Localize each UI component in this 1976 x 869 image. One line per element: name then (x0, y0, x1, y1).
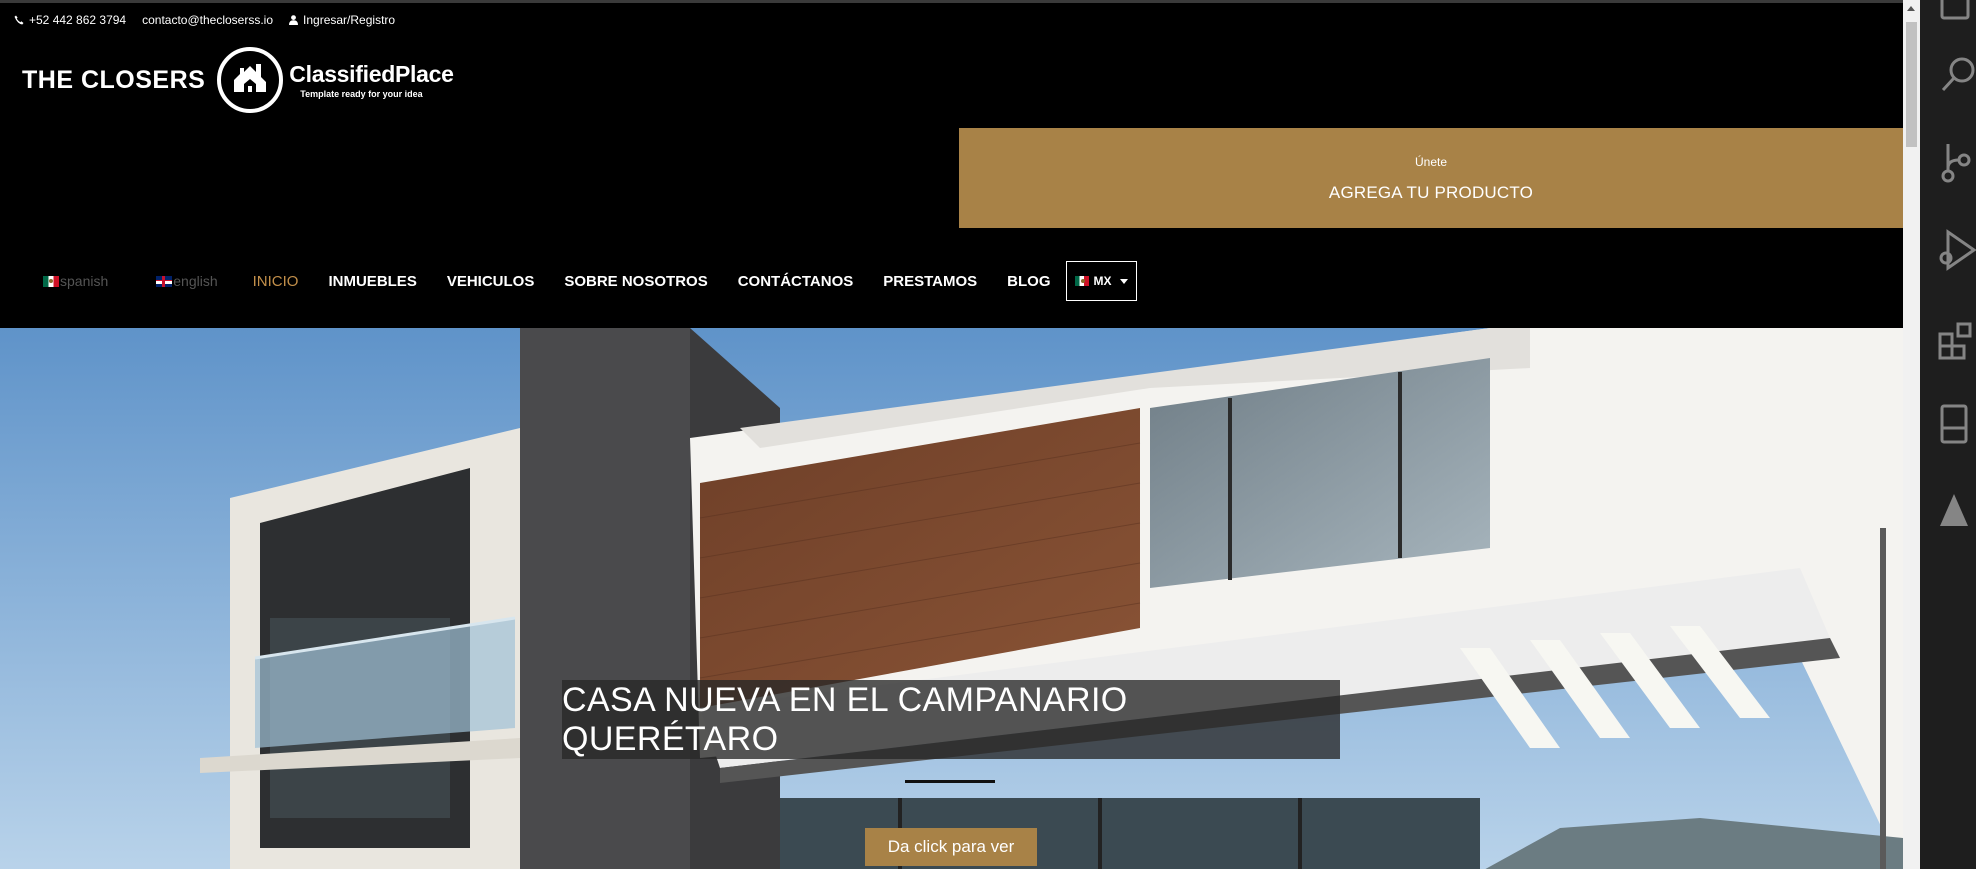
scrollbar-thumb[interactable] (1906, 22, 1917, 147)
remote-explorer-icon[interactable] (1938, 402, 1976, 446)
login-label: Ingresar/Registro (303, 13, 396, 27)
product-logo: ClassifiedPlace Template ready for your … (289, 61, 454, 99)
nav-item-blog[interactable]: BLOG (992, 273, 1065, 290)
website-viewport: +52 442 862 3794 contacto@thecloserss.io… (0, 3, 1903, 869)
nav-item-inmuebles[interactable]: INMUEBLES (313, 273, 431, 290)
language-spanish-label: spanish (60, 273, 109, 289)
scroll-up-arrow-icon[interactable] (1907, 6, 1915, 11)
chevron-down-icon (1119, 278, 1128, 284)
site-logo[interactable]: THE CLOSERS ClassifiedPlace Template rea… (22, 47, 454, 113)
hero-house-image (0, 328, 1903, 869)
house-logo-svg (234, 64, 267, 92)
top-contact-bar: +52 442 862 3794 contacto@thecloserss.io… (14, 13, 395, 27)
page-scrollbar[interactable] (1903, 0, 1920, 869)
add-product-banner[interactable]: Únete AGREGA TU PRODUCTO (959, 128, 1903, 228)
view-property-button[interactable]: Da click para ver (865, 828, 1037, 866)
email-address: contacto@thecloserss.io (142, 13, 274, 27)
language-spanish[interactable]: spanish (43, 273, 108, 289)
nav-menu: INICIO INMUEBLES VEHICULOS SOBRE NOSOTRO… (238, 261, 1137, 301)
editor-activity-bar (1920, 0, 1976, 869)
email-contact[interactable]: contacto@thecloserss.io (142, 13, 273, 27)
mexico-flag-icon (43, 275, 59, 287)
language-english[interactable]: english (156, 273, 218, 289)
phone-contact[interactable]: +52 442 862 3794 (14, 13, 126, 27)
caption-divider (905, 780, 995, 783)
join-label: Únete (1414, 155, 1448, 169)
azure-icon[interactable] (1938, 488, 1976, 532)
country-selector[interactable]: MX (1065, 261, 1137, 301)
login-link[interactable]: Ingresar/Registro (289, 13, 395, 27)
uk-flag-icon (156, 275, 173, 287)
nav-item-vehiculos[interactable]: VEHICULOS (432, 273, 550, 290)
nav-item-sobre-nosotros[interactable]: SOBRE NOSOTROS (549, 273, 722, 290)
phone-icon (14, 15, 24, 25)
source-control-icon[interactable] (1938, 140, 1976, 184)
country-label: MX (1093, 274, 1112, 288)
hero-caption: CASA NUEVA EN EL CAMPANARIO QUERÉTARO (562, 680, 1340, 759)
nav-item-inicio[interactable]: INICIO (238, 273, 314, 290)
brand-name: THE CLOSERS (22, 65, 206, 94)
country-flag-icon (1074, 276, 1089, 286)
phone-number: +52 442 862 3794 (29, 13, 127, 27)
add-product-label: AGREGA TU PRODUCTO (1328, 183, 1534, 202)
main-navigation: spanish english INICIO INMUEBLES VEHICUL… (0, 259, 1137, 303)
language-english-label: english (173, 273, 218, 289)
extensions-icon[interactable] (1938, 318, 1976, 362)
user-icon (289, 15, 299, 25)
nav-item-prestamos[interactable]: PRESTAMOS (868, 273, 992, 290)
product-tagline: Template ready for your idea (300, 89, 423, 99)
house-logo-icon (217, 47, 284, 113)
nav-item-contactanos[interactable]: CONTÁCTANOS (723, 273, 869, 290)
hero-slider[interactable]: CASA NUEVA EN EL CAMPANARIO QUERÉTARO Da… (0, 328, 1903, 869)
explorer-icon[interactable] (1938, 0, 1976, 24)
search-icon[interactable] (1938, 52, 1976, 96)
product-name: ClassifiedPlace (289, 61, 454, 87)
run-debug-icon[interactable] (1938, 228, 1976, 272)
